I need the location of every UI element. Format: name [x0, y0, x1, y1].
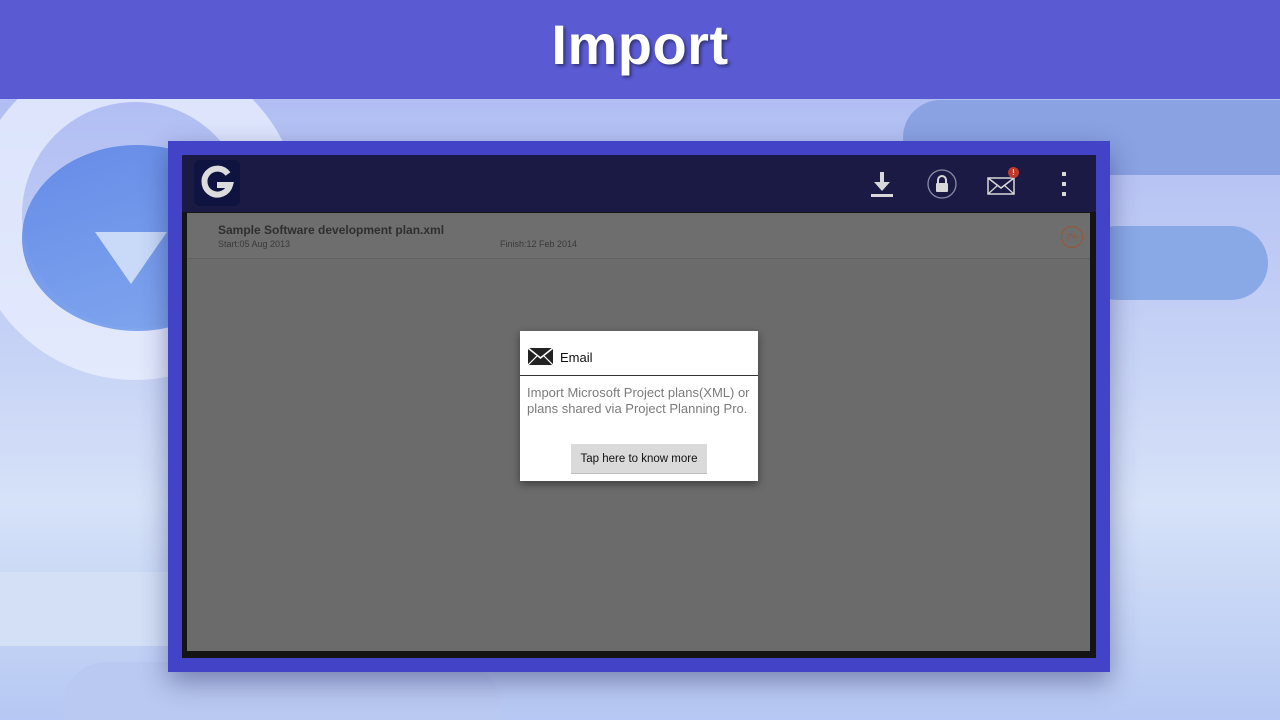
envelope-icon	[528, 348, 553, 365]
dialog-title: Email	[560, 350, 593, 365]
app-toolbar: !	[182, 155, 1096, 212]
plan-start-date: Start:05 Aug 2013	[218, 239, 291, 249]
overflow-menu-icon	[1062, 172, 1066, 196]
app-logo[interactable]	[194, 160, 240, 206]
plan-list-item[interactable]: Sample Software development plan.xml Sta…	[187, 213, 1090, 259]
banner-title: Import	[551, 13, 729, 76]
plan-progress-badge: 2%	[1061, 226, 1083, 248]
mail-badge: !	[1008, 167, 1019, 178]
know-more-button[interactable]: Tap here to know more	[571, 444, 707, 474]
plan-finish-date: Finish:12 Feb 2014	[500, 239, 578, 249]
dialog-header: Email	[520, 331, 758, 376]
title-banner: Import	[0, 0, 1280, 99]
background-arrow-decoration	[95, 232, 167, 284]
g-logo-icon	[201, 165, 234, 198]
lock-button[interactable]	[926, 168, 958, 200]
download-icon	[871, 172, 893, 197]
plan-name: Sample Software development plan.xml	[218, 223, 445, 237]
background-band	[0, 572, 180, 646]
email-import-dialog: Email Import Microsoft Project plans(XML…	[520, 331, 758, 481]
overflow-menu-button[interactable]	[1048, 168, 1080, 200]
mail-button[interactable]: !	[985, 167, 1019, 200]
download-button[interactable]	[866, 168, 898, 200]
dialog-message: Import Microsoft Project plans(XML) or p…	[527, 385, 750, 416]
lock-icon	[927, 169, 957, 199]
